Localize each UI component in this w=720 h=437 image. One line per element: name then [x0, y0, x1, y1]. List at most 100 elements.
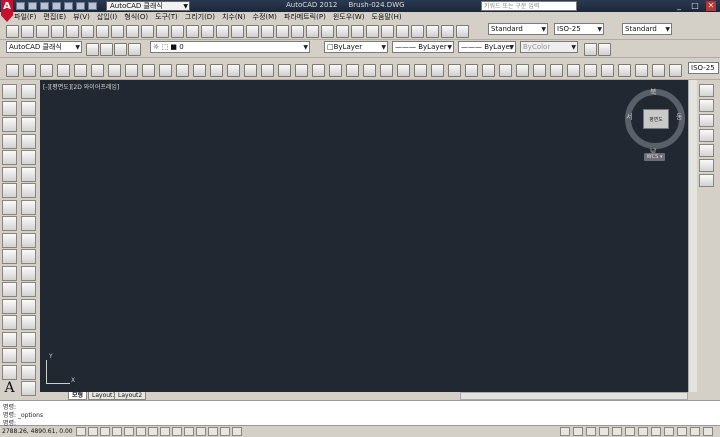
draw-modify-tool-1-icon[interactable] [23, 64, 36, 77]
draw-modify-tool-20-icon[interactable] [346, 64, 359, 77]
draw-modify-tool-12-icon[interactable] [210, 64, 223, 77]
left-tool-5-0-icon[interactable] [2, 166, 17, 182]
viewcube-north[interactable]: 북 [650, 87, 656, 97]
left-tool-7-0-icon[interactable] [2, 199, 17, 215]
draw-modify-tool-26-icon[interactable] [448, 64, 461, 77]
standard-tool-30-icon[interactable] [456, 25, 469, 38]
left-tool-12-1-icon[interactable] [21, 282, 36, 297]
draw-modify-tool-11-icon[interactable] [193, 64, 206, 77]
status-tray-1-icon[interactable] [573, 427, 583, 436]
layer-dropdown[interactable]: ☼ ⬚ ■ 0 ▼ [150, 41, 310, 53]
draw-modify-tool-38-icon[interactable] [652, 64, 665, 77]
draw-modify-tool-19-icon[interactable] [329, 64, 342, 77]
draw-modify-tool-10-icon[interactable] [176, 64, 189, 77]
status-tray-6-icon[interactable] [638, 427, 648, 436]
viewcube-face[interactable]: 평면도 [643, 109, 669, 129]
draw-modify-tool-33-icon[interactable] [567, 64, 580, 77]
status-toggle-6-icon[interactable] [148, 427, 158, 436]
menu-item-7[interactable]: 치수(N) [222, 13, 246, 21]
vertical-scrollbar[interactable] [688, 80, 697, 392]
status-toggle-13-icon[interactable] [232, 427, 242, 436]
standard-tool-28-icon[interactable] [426, 25, 439, 38]
standard-tool-15-icon[interactable] [231, 25, 244, 38]
properties-tool-1-icon[interactable] [598, 43, 611, 56]
standard-tool-14-icon[interactable] [216, 25, 229, 38]
left-tool-16-0-icon[interactable] [2, 348, 17, 363]
viewport-controls-label[interactable]: [-][평면도][2D 와이어프레임] [43, 82, 119, 91]
left-tool-15-0-icon[interactable] [2, 331, 17, 347]
draw-modify-tool-7-icon[interactable] [125, 64, 138, 77]
autocad-logo-icon[interactable]: A [1, 0, 13, 22]
properties-tool-0-icon[interactable] [584, 43, 597, 56]
status-tray-8-icon[interactable] [664, 427, 674, 436]
plot-icon[interactable] [64, 2, 73, 10]
draw-modify-tool-21-icon[interactable] [363, 64, 376, 77]
standard-tool-3-icon[interactable] [51, 25, 64, 38]
draw-modify-tool-8-icon[interactable] [142, 64, 155, 77]
standard-tool-0-icon[interactable] [6, 25, 19, 38]
standard-tool-26-icon[interactable] [396, 25, 409, 38]
status-tray-5-icon[interactable] [625, 427, 635, 436]
standard-tool-25-icon[interactable] [381, 25, 394, 38]
left-tool-2-1-icon[interactable] [21, 117, 36, 132]
standard-tool-5-icon[interactable] [81, 25, 94, 38]
status-toggle-3-icon[interactable] [112, 427, 122, 436]
status-toggle-10-icon[interactable] [196, 427, 206, 436]
status-toggle-2-icon[interactable] [100, 427, 110, 436]
workspace-dropdown[interactable]: AutoCAD 클래식 ▼ [106, 1, 190, 11]
draw-modify-tool-35-icon[interactable] [601, 64, 614, 77]
right-tool-2-icon[interactable] [699, 114, 714, 127]
left-tool-8-0-icon[interactable] [2, 216, 17, 231]
left-tool-2-0-icon[interactable] [2, 117, 17, 132]
workspace-tool-1-icon[interactable] [100, 43, 113, 56]
draw-modify-tool-4-icon[interactable] [74, 64, 87, 77]
standard-tool-23-icon[interactable] [351, 25, 364, 38]
status-toggle-1-icon[interactable] [88, 427, 98, 436]
standard-tool-7-icon[interactable] [111, 25, 124, 38]
saveas-icon[interactable] [52, 2, 61, 10]
dim-style-dropdown[interactable]: ISO-25 ▼ [554, 23, 604, 35]
minimize-button[interactable]: _ [674, 1, 684, 11]
status-tray-9-icon[interactable] [677, 427, 687, 436]
right-tool-3-icon[interactable] [699, 129, 714, 142]
standard-tool-19-icon[interactable] [291, 25, 304, 38]
menu-item-0[interactable]: 파일(F) [14, 13, 36, 21]
plotstyle-dropdown[interactable]: ByColor ▼ [520, 41, 578, 53]
left-tool-1-0-icon[interactable] [2, 100, 17, 116]
standard-tool-11-icon[interactable] [171, 25, 184, 38]
draw-modify-tool-18-icon[interactable] [312, 64, 325, 77]
menu-item-9[interactable]: 파라메트릭(P) [284, 13, 326, 21]
left-tool-13-0-icon[interactable] [2, 298, 17, 314]
draw-modify-tool-17-icon[interactable] [295, 64, 308, 77]
standard-tool-20-icon[interactable] [306, 25, 319, 38]
menu-item-10[interactable]: 윈도우(W) [333, 13, 365, 21]
left-tool-6-0-icon[interactable] [2, 183, 17, 198]
draw-modify-tool-27-icon[interactable] [465, 64, 478, 77]
right-tool-1-icon[interactable] [699, 99, 714, 112]
standard-tool-9-icon[interactable] [141, 25, 154, 38]
menu-item-11[interactable]: 도움말(H) [372, 13, 402, 21]
draw-modify-tool-39-icon[interactable] [669, 64, 682, 77]
draw-modify-tool-3-icon[interactable] [57, 64, 70, 77]
status-tray-4-icon[interactable] [612, 427, 622, 436]
right-tool-0-icon[interactable] [699, 84, 714, 97]
tab-model[interactable]: 모형 [68, 392, 88, 400]
draw-modify-tool-34-icon[interactable] [584, 64, 597, 77]
left-tool-10-1-icon[interactable] [21, 249, 36, 264]
left-tool-13-1-icon[interactable] [21, 298, 36, 314]
right-tool-6-icon[interactable] [699, 174, 714, 187]
left-tool-16-1-icon[interactable] [21, 348, 36, 363]
left-tool-14-0-icon[interactable] [2, 315, 17, 330]
draw-modify-tool-22-icon[interactable] [380, 64, 393, 77]
left-tool-18-1-icon[interactable] [21, 381, 36, 396]
left-tool-1-1-icon[interactable] [21, 100, 36, 116]
horizontal-scrollbar[interactable] [460, 392, 688, 400]
dim-style-dropdown-2[interactable]: ISO-25 [688, 62, 719, 74]
draw-modify-tool-37-icon[interactable] [635, 64, 648, 77]
close-button[interactable]: ✕ [706, 1, 716, 11]
standard-tool-22-icon[interactable] [336, 25, 349, 38]
draw-modify-tool-16-icon[interactable] [278, 64, 291, 77]
left-tool-4-1-icon[interactable] [21, 150, 36, 165]
coordinates-display[interactable]: 2788.26, 4890.61, 0.00 [2, 427, 73, 436]
draw-modify-tool-14-icon[interactable] [244, 64, 257, 77]
